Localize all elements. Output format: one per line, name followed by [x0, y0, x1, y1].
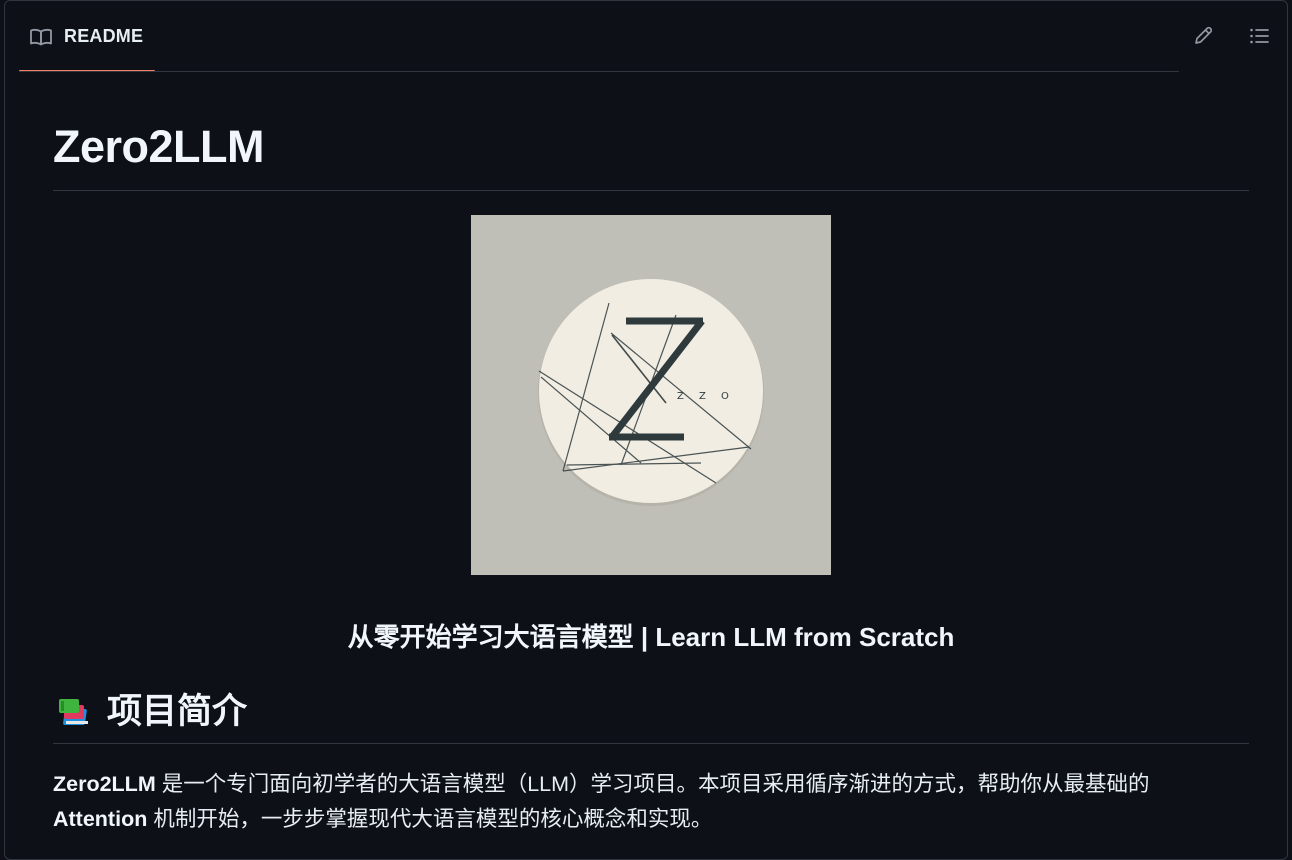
section-heading-text: 项目简介	[107, 692, 248, 731]
book-icon	[29, 27, 53, 47]
intro-paragraph: Zero2LLM 是一个专门面向初学者的大语言模型（LLM）学习项目。本项目采用…	[53, 767, 1249, 837]
readme-title: Zero2LLM	[53, 121, 265, 172]
section-divider	[53, 743, 1249, 744]
outline-button[interactable]	[1244, 23, 1274, 53]
books-icon	[53, 695, 93, 729]
readme-header: README	[5, 1, 1287, 72]
readme-tab[interactable]: README	[19, 1, 155, 72]
intro-text-part2: 机制开始，一步步掌握现代大语言模型的核心概念和实现。	[147, 807, 713, 831]
edit-file-button[interactable]	[1188, 23, 1218, 53]
title-divider	[53, 190, 1249, 191]
project-tagline: 从零开始学习大语言模型 | Learn LLM from Scratch	[347, 622, 955, 652]
pencil-icon	[1192, 25, 1214, 52]
readme-body: Zero2LLM Z Z O 从零开始学习大语言模型 | Learn LLM f…	[53, 111, 1249, 831]
list-unordered-icon	[1248, 25, 1270, 52]
logo-small-text: Z Z O	[677, 391, 735, 402]
intro-bold-attention: Attention	[53, 807, 148, 831]
readme-panel: README Zero2LLM Z Z O 从零开始学习大语言模型 | Lear…	[4, 0, 1288, 860]
intro-text-part1: 是一个专门面向初学者的大语言模型（LLM）学习项目。本项目采用循序渐进的方式，帮…	[155, 772, 1150, 796]
tabbar-divider	[19, 71, 1179, 72]
intro-bold-project-name: Zero2LLM	[53, 772, 156, 796]
project-logo: Z Z O	[471, 215, 831, 575]
section-heading-intro: 项目简介	[53, 687, 1249, 737]
readme-tab-label: README	[64, 26, 144, 46]
